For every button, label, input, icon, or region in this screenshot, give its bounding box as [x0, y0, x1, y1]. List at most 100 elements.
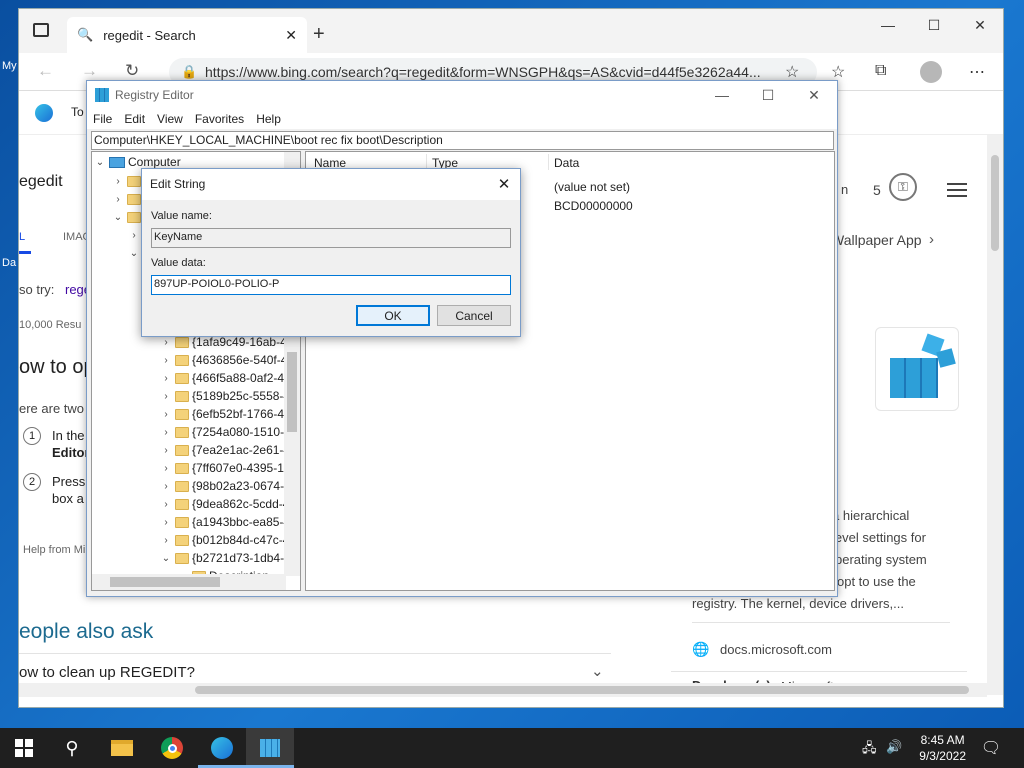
- maximize-icon[interactable]: ☐: [745, 81, 791, 109]
- cancel-button[interactable]: Cancel: [437, 305, 511, 326]
- close-tab-icon[interactable]: ✕: [285, 27, 297, 44]
- tree-item-hive[interactable]: ›: [112, 190, 141, 208]
- row-data[interactable]: (value not set): [554, 180, 630, 194]
- tree-item-guid[interactable]: › {98b02a23-0674-4: [160, 477, 290, 495]
- menu-favorites[interactable]: Favorites: [195, 112, 244, 126]
- tree-item-key[interactable]: ›: [128, 226, 140, 244]
- chevron-right-icon[interactable]: ›: [160, 463, 172, 474]
- profile-avatar[interactable]: [920, 61, 942, 83]
- menu-view[interactable]: View: [157, 112, 183, 126]
- value-name-field: KeyName: [151, 228, 511, 248]
- forward-icon[interactable]: →: [81, 61, 98, 81]
- search-box-partial[interactable]: n: [841, 182, 848, 197]
- tree-item-key[interactable]: ⌄: [128, 244, 140, 262]
- tree-item-guid[interactable]: › {6efb52bf-1766-4: [160, 405, 284, 423]
- tree-horizontal-scrollbar[interactable]: [92, 574, 286, 590]
- new-tab-icon[interactable]: +: [313, 23, 325, 46]
- chevron-down-icon[interactable]: ⌄: [591, 662, 604, 680]
- edge-icon[interactable]: [35, 104, 53, 122]
- search-query[interactable]: egedit: [19, 173, 63, 191]
- desktop-label-bottom: Da: [2, 257, 17, 269]
- tree-item-guid[interactable]: › {9dea862c-5cdd-4: [160, 495, 289, 513]
- folder-icon: [175, 408, 189, 420]
- chevron-right-icon[interactable]: ›: [112, 194, 124, 205]
- edge-icon[interactable]: [198, 728, 246, 768]
- tree-item-guid[interactable]: › {7254a080-1510-4: [160, 423, 290, 441]
- tree-item-guid[interactable]: › {7ff607e0-4395-1: [160, 459, 284, 477]
- tree-item-hive[interactable]: ⌄: [112, 208, 141, 226]
- minimize-icon[interactable]: —: [865, 9, 911, 41]
- chevron-right-icon[interactable]: ›: [160, 481, 172, 492]
- help-from[interactable]: Help from Mi: [23, 544, 85, 556]
- chevron-down-icon[interactable]: ⌄: [160, 553, 172, 564]
- regedit-taskbar-icon[interactable]: [246, 728, 294, 768]
- taskbar: ⚲ 🖧 🔊 8:45 AM 9/3/2022 🗨: [0, 728, 1024, 768]
- folder-icon: [175, 480, 189, 492]
- chevron-right-icon[interactable]: ›: [128, 230, 140, 241]
- refresh-icon[interactable]: ↻: [125, 61, 139, 81]
- chevron-right-icon[interactable]: ›: [160, 445, 172, 456]
- chevron-down-icon[interactable]: ⌄: [112, 212, 124, 223]
- close-icon[interactable]: ✕: [957, 9, 1003, 41]
- volume-icon[interactable]: 🔊: [886, 739, 902, 755]
- ok-button[interactable]: OK: [356, 305, 430, 326]
- chevron-down-icon[interactable]: ⌄: [94, 157, 106, 168]
- tree-item-guid[interactable]: › {5189b25c-5558-4: [160, 387, 290, 405]
- chevron-right-icon[interactable]: ›: [160, 427, 172, 438]
- rewards-icon[interactable]: ⚿: [889, 173, 917, 201]
- chevron-right-icon[interactable]: ›: [160, 373, 172, 384]
- notifications-icon[interactable]: 🗨: [968, 728, 1014, 768]
- close-icon[interactable]: ✕: [791, 81, 837, 109]
- source-link[interactable]: docs.microsoft.com: [720, 642, 832, 657]
- network-icon[interactable]: 🖧: [862, 739, 877, 761]
- desktop-label-top: My: [2, 60, 17, 72]
- chevron-right-icon[interactable]: ›: [160, 337, 172, 348]
- chevron-right-icon[interactable]: ›: [112, 176, 124, 187]
- tab-regedit-search[interactable]: 🔍 regedit - Search ✕: [67, 17, 307, 53]
- tree-item-guid[interactable]: › {7ea2e1ac-2e61-4: [160, 441, 290, 459]
- chevron-right-icon[interactable]: ›: [160, 499, 172, 510]
- chevron-right-icon[interactable]: ›: [160, 535, 172, 546]
- chevron-right-icon[interactable]: ›: [160, 391, 172, 402]
- question-1[interactable]: ow to clean up REGEDIT?: [19, 664, 195, 681]
- vertical-scrollbar[interactable]: [987, 135, 1003, 695]
- favorites-icon[interactable]: ☆: [831, 62, 845, 82]
- folder-icon: [175, 462, 189, 474]
- search-icon[interactable]: ⚲: [48, 728, 96, 768]
- tree-item-guid[interactable]: ⌄ {b2721d73-1db4-4: [160, 549, 291, 567]
- chrome-icon[interactable]: [148, 728, 196, 768]
- tree-item-hive[interactable]: ›: [112, 172, 141, 190]
- more-icon[interactable]: ⋯: [969, 62, 985, 82]
- column-data[interactable]: Data: [554, 156, 579, 170]
- favbar-item[interactable]: To: [71, 105, 84, 119]
- back-icon[interactable]: ←: [37, 61, 54, 81]
- close-icon[interactable]: ✕: [488, 169, 520, 199]
- tree-item-guid[interactable]: › {b012b84d-c47c-4: [160, 531, 289, 549]
- start-button[interactable]: [0, 728, 48, 768]
- tab-actions-icon[interactable]: [33, 23, 49, 37]
- chevron-right-icon[interactable]: ›: [929, 231, 934, 248]
- menu-file[interactable]: File: [93, 112, 112, 126]
- registry-path-bar[interactable]: Computer\HKEY_LOCAL_MACHINE\boot rec fix…: [91, 131, 834, 150]
- maximize-icon[interactable]: ☐: [911, 9, 957, 41]
- row-data[interactable]: BCD00000000: [554, 199, 633, 213]
- menu-edit[interactable]: Edit: [124, 112, 145, 126]
- tree-item-guid[interactable]: › {466f5a88-0af2-4f: [160, 369, 287, 387]
- chevron-right-icon[interactable]: ›: [160, 355, 172, 366]
- system-clock[interactable]: 8:45 AM 9/3/2022: [919, 732, 966, 764]
- chevron-right-icon[interactable]: ›: [160, 409, 172, 420]
- add-favorite-icon[interactable]: ☆: [785, 62, 799, 82]
- tree-item-guid[interactable]: › {4636856e-540f-4: [160, 351, 287, 369]
- chevron-down-icon[interactable]: ⌄: [128, 248, 140, 259]
- menu-icon[interactable]: [947, 183, 967, 197]
- file-explorer-icon[interactable]: [98, 728, 146, 768]
- tree-item-guid[interactable]: › {a1943bbc-ea85-4: [160, 513, 290, 531]
- wallpaper-app-link[interactable]: Wallpaper App: [831, 232, 922, 248]
- chevron-right-icon[interactable]: ›: [160, 517, 172, 528]
- minimize-icon[interactable]: —: [699, 81, 745, 109]
- value-data-field[interactable]: 897UP-POIOL0-POLIO-P: [151, 275, 511, 295]
- horizontal-scrollbar[interactable]: [19, 683, 987, 697]
- tab-all[interactable]: L: [19, 231, 25, 243]
- collections-icon[interactable]: ⧉: [875, 62, 886, 80]
- menu-help[interactable]: Help: [256, 112, 281, 126]
